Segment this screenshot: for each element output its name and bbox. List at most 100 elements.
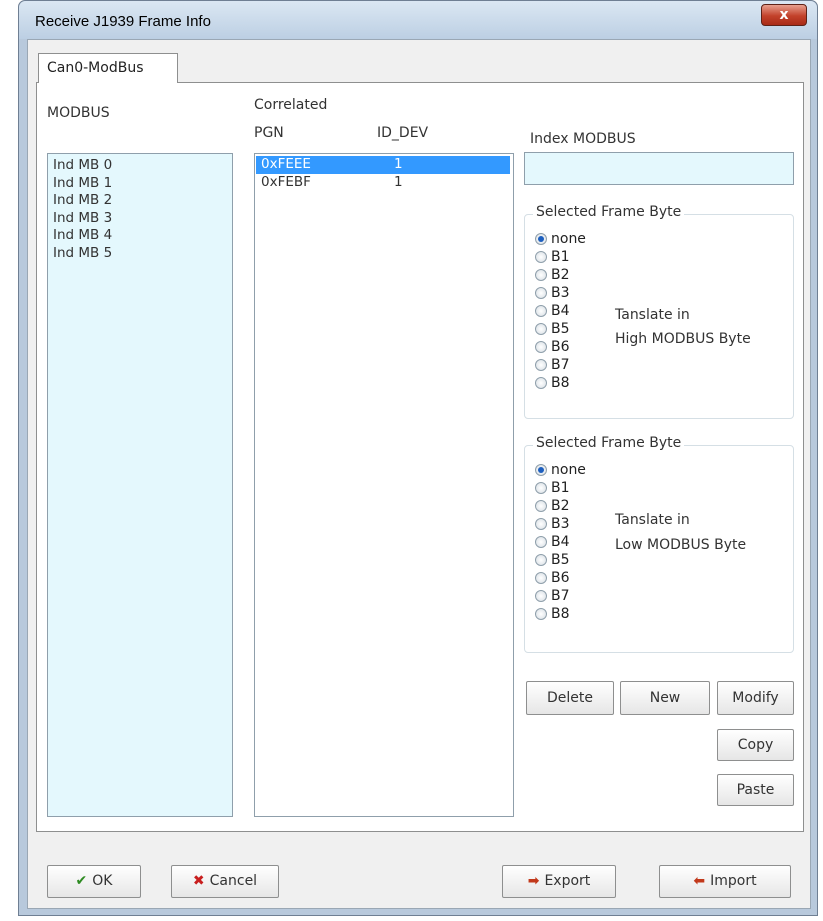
cancel-button[interactable]: ✖ Cancel — [171, 865, 279, 898]
radio-icon — [535, 323, 547, 335]
modify-button[interactable]: Modify — [717, 681, 794, 715]
radio-label: B5 — [551, 552, 570, 568]
high-radio-b3[interactable]: B3 — [535, 284, 570, 302]
radio-label: B6 — [551, 339, 570, 355]
new-button[interactable]: New — [620, 681, 710, 715]
high-group-title: Selected Frame Byte — [533, 204, 685, 220]
radio-icon — [535, 518, 547, 530]
window-title: Receive J1939 Frame Info — [35, 13, 211, 30]
radio-icon — [535, 305, 547, 317]
list-item[interactable]: Ind MB 2 — [48, 192, 232, 210]
radio-icon — [535, 554, 547, 566]
radio-label: B7 — [551, 357, 570, 373]
radio-label: B3 — [551, 285, 570, 301]
paste-button[interactable]: Paste — [717, 774, 794, 806]
correlated-list[interactable]: 0xFEEE 1 0xFEBF 1 — [254, 153, 514, 817]
cross-icon: ✖ — [192, 873, 205, 889]
ok-button[interactable]: ✔ OK — [47, 865, 141, 898]
low-radio-b4[interactable]: B4 — [535, 533, 570, 551]
radio-label: B1 — [551, 480, 570, 496]
radio-label: B4 — [551, 534, 570, 550]
radio-icon — [535, 377, 547, 389]
list-item[interactable]: Ind MB 0 — [48, 157, 232, 175]
list-item[interactable]: Ind MB 3 — [48, 210, 232, 228]
tab-can0-modbus[interactable]: Can0-ModBus — [38, 53, 178, 83]
import-button[interactable]: ⬅ Import — [659, 865, 791, 898]
radio-icon — [535, 287, 547, 299]
radio-label: none — [551, 231, 586, 247]
cancel-label: Cancel — [209, 873, 258, 889]
modbus-label: MODBUS — [47, 105, 110, 121]
high-note-line1: Tanslate in — [615, 307, 690, 323]
list-item[interactable]: Ind MB 4 — [48, 227, 232, 245]
dialog-client-area: Can0-ModBus MODBUS Ind MB 0 Ind MB 1 Ind… — [27, 39, 811, 909]
high-radio-b1[interactable]: B1 — [535, 248, 570, 266]
radio-icon — [535, 572, 547, 584]
low-radio-b8[interactable]: B8 — [535, 605, 570, 623]
high-note-line2: High MODBUS Byte — [615, 331, 751, 347]
title-bar[interactable]: Receive J1939 Frame Info x — [19, 1, 817, 39]
close-button[interactable]: x — [761, 4, 807, 26]
radio-icon — [535, 251, 547, 263]
correlated-label: Correlated — [254, 97, 328, 113]
high-radio-b6[interactable]: B6 — [535, 338, 570, 356]
low-radio-b6[interactable]: B6 — [535, 569, 570, 587]
radio-icon — [535, 359, 547, 371]
low-radio-b2[interactable]: B2 — [535, 497, 570, 515]
close-icon: x — [779, 7, 789, 23]
tab-panel: MODBUS Ind MB 0 Ind MB 1 Ind MB 2 Ind MB… — [36, 82, 804, 832]
low-note-line2: Low MODBUS Byte — [615, 537, 747, 553]
low-group-title: Selected Frame Byte — [533, 435, 685, 451]
import-label: Import — [710, 873, 757, 889]
high-radio-b7[interactable]: B7 — [535, 356, 570, 374]
radio-label: B1 — [551, 249, 570, 265]
low-radio-b5[interactable]: B5 — [535, 551, 570, 569]
radio-label: B6 — [551, 570, 570, 586]
high-radio-b2[interactable]: B2 — [535, 266, 570, 284]
radio-label: B4 — [551, 303, 570, 319]
table-row[interactable]: 0xFEBF 1 — [256, 174, 510, 192]
high-byte-group: Selected Frame Byte none B1 B2 B3 B4 B5 … — [524, 204, 794, 419]
ok-label: OK — [92, 873, 113, 889]
index-modbus-field[interactable] — [524, 152, 794, 185]
radio-icon — [535, 500, 547, 512]
list-item[interactable]: Ind MB 5 — [48, 245, 232, 263]
low-radio-none[interactable]: none — [535, 461, 586, 479]
radio-icon — [535, 482, 547, 494]
import-icon: ⬅ — [693, 873, 706, 889]
pgn-cell: 0xFEEE — [261, 156, 311, 172]
low-radio-b3[interactable]: B3 — [535, 515, 570, 533]
radio-selected-icon — [535, 464, 547, 476]
high-radio-none[interactable]: none — [535, 230, 586, 248]
delete-button[interactable]: Delete — [526, 681, 614, 715]
radio-selected-icon — [535, 233, 547, 245]
index-modbus-label: Index MODBUS — [530, 131, 636, 147]
low-byte-group: Selected Frame Byte none B1 B2 B3 B4 B5 … — [524, 435, 794, 653]
radio-label: B8 — [551, 606, 570, 622]
radio-label: B3 — [551, 516, 570, 532]
pgn-cell: 0xFEBF — [261, 173, 311, 190]
radio-icon — [535, 341, 547, 353]
check-icon: ✔ — [75, 873, 88, 889]
list-item[interactable]: Ind MB 1 — [48, 175, 232, 193]
radio-label: none — [551, 462, 586, 478]
id-dev-cell: 1 — [394, 156, 403, 172]
high-radio-b4[interactable]: B4 — [535, 302, 570, 320]
radio-icon — [535, 590, 547, 602]
high-radio-b8[interactable]: B8 — [535, 374, 570, 392]
low-radio-b1[interactable]: B1 — [535, 479, 570, 497]
radio-icon — [535, 269, 547, 281]
id-dev-column-header: ID_DEV — [377, 125, 429, 141]
table-row[interactable]: 0xFEEE 1 — [256, 156, 510, 174]
low-radio-b7[interactable]: B7 — [535, 587, 570, 605]
radio-label: B8 — [551, 375, 570, 391]
radio-icon — [535, 608, 547, 620]
export-icon: ➡ — [527, 873, 540, 889]
radio-icon — [535, 536, 547, 548]
modbus-list[interactable]: Ind MB 0 Ind MB 1 Ind MB 2 Ind MB 3 Ind … — [47, 153, 233, 817]
radio-label: B2 — [551, 267, 570, 283]
high-radio-b5[interactable]: B5 — [535, 320, 570, 338]
copy-button[interactable]: Copy — [717, 729, 794, 761]
export-button[interactable]: ➡ Export — [502, 865, 616, 898]
radio-label: B7 — [551, 588, 570, 604]
